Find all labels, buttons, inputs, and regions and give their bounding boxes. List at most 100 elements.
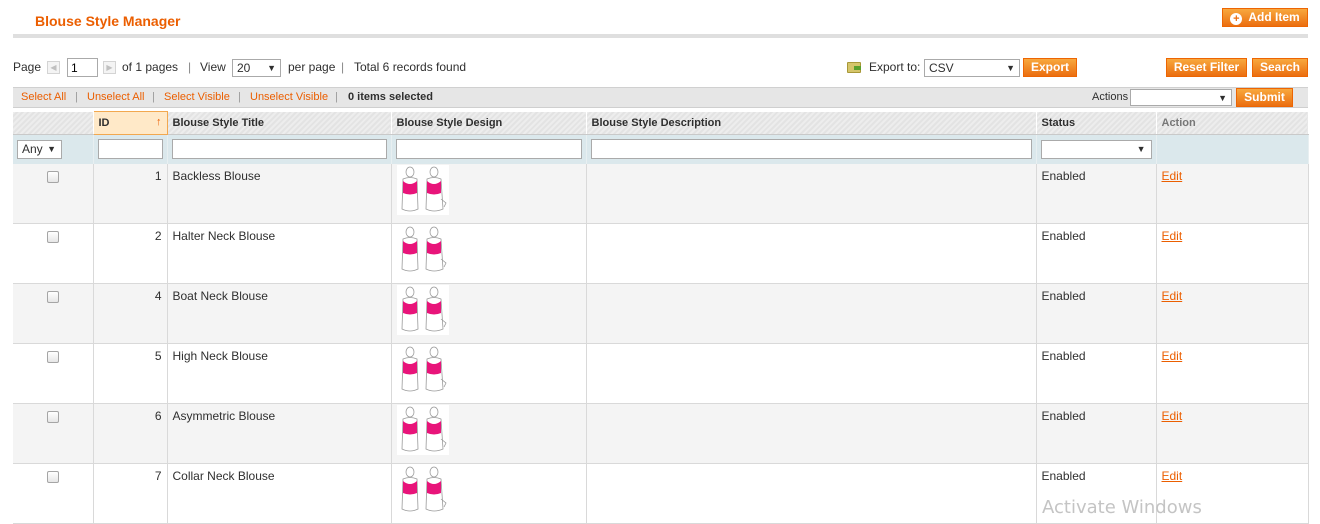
sort-asc-arrow-icon: ↑ — [156, 116, 162, 128]
filter-cell — [1156, 134, 1309, 164]
table-row[interactable]: 4 Boat Neck Blouse Enabled Edit — [13, 283, 1309, 344]
id-filter-input[interactable] — [97, 139, 163, 160]
unselect-visible-link[interactable]: Unselect Visible — [250, 88, 328, 107]
row-action: Edit — [1156, 163, 1309, 224]
export-icon — [847, 62, 861, 73]
dropdown-arrow-icon: ▼ — [267, 63, 276, 73]
column-header-status[interactable]: Status — [1036, 111, 1157, 135]
row-action: Edit — [1156, 343, 1309, 404]
blouse-style-grid: ID ↑ Blouse Style Title Blouse Style Des… — [13, 111, 1309, 524]
export-label: Export to: — [869, 60, 921, 74]
column-header-description[interactable]: Blouse Style Description — [586, 111, 1037, 135]
per-page-value: 20 — [237, 61, 251, 75]
edit-link[interactable]: Edit — [1162, 229, 1183, 243]
row-title: Collar Neck Blouse — [167, 463, 392, 524]
row-status: Enabled — [1036, 343, 1157, 404]
table-row[interactable]: 5 High Neck Blouse Enabled Edit — [13, 343, 1309, 404]
blouse-design-thumbnail — [396, 285, 449, 335]
export-format-value: CSV — [929, 61, 954, 75]
description-filter-input[interactable] — [590, 139, 1032, 160]
edit-link[interactable]: Edit — [1162, 169, 1183, 183]
dropdown-arrow-icon: ▼ — [1136, 143, 1146, 154]
row-select-cell — [13, 223, 94, 284]
actions-select[interactable]: ▼ — [1130, 89, 1232, 106]
row-description — [586, 283, 1037, 344]
unselect-all-link[interactable]: Unselect All — [87, 88, 144, 107]
filter-cell — [93, 134, 168, 164]
row-description — [586, 163, 1037, 224]
table-row[interactable]: 1 Backless Blouse Enabled Edit — [13, 163, 1309, 224]
row-select-cell — [13, 283, 94, 344]
row-design — [391, 283, 587, 344]
row-title: High Neck Blouse — [167, 343, 392, 404]
table-row[interactable]: 2 Halter Neck Blouse Enabled Edit — [13, 223, 1309, 284]
dropdown-arrow-icon: ▼ — [1006, 63, 1015, 73]
pager: Page ◀ ▶ of 1 pages | View 20 ▼ per page… — [13, 58, 713, 78]
edit-link[interactable]: Edit — [1162, 469, 1183, 483]
export-button[interactable]: Export — [1023, 58, 1077, 77]
row-checkbox[interactable] — [46, 411, 59, 423]
row-action: Edit — [1156, 283, 1309, 344]
filter-cell — [167, 134, 392, 164]
row-select-cell — [13, 403, 94, 464]
page-label: Page — [13, 60, 42, 74]
row-checkbox[interactable] — [46, 231, 59, 243]
next-page-button[interactable]: ▶ — [103, 61, 116, 74]
per-page-select[interactable]: 20 ▼ — [232, 59, 281, 77]
title-filter-input[interactable] — [171, 139, 387, 160]
submit-button[interactable]: Submit — [1236, 88, 1293, 107]
page-number-input[interactable] — [67, 58, 98, 77]
column-header-design[interactable]: Blouse Style Design — [391, 111, 587, 135]
title-divider — [13, 34, 1308, 38]
row-checkbox[interactable] — [46, 351, 59, 363]
row-id: 4 — [93, 283, 168, 344]
row-checkbox[interactable] — [46, 471, 59, 483]
prev-page-button[interactable]: ◀ — [47, 61, 60, 74]
add-item-label: Add Item — [1248, 10, 1300, 24]
row-title: Halter Neck Blouse — [167, 223, 392, 284]
row-status: Enabled — [1036, 403, 1157, 464]
edit-link[interactable]: Edit — [1162, 409, 1183, 423]
column-header-select — [13, 111, 94, 135]
activate-windows-watermark: Activate Windows — [1042, 497, 1202, 518]
mass-select-filter[interactable]: Any ▼ — [17, 139, 62, 159]
massaction-separator: | — [238, 91, 241, 103]
actions-label: Actions — [1092, 91, 1129, 103]
column-header-action: Action — [1156, 111, 1309, 135]
design-filter-input[interactable] — [395, 139, 582, 160]
row-action: Edit — [1156, 403, 1309, 464]
reset-filter-button[interactable]: Reset Filter — [1166, 58, 1247, 77]
table-row[interactable]: 6 Asymmetric Blouse Enabled Edit — [13, 403, 1309, 464]
row-description — [586, 403, 1037, 464]
row-checkbox[interactable] — [46, 170, 59, 183]
filter-row: Any ▼ ▼ — [13, 134, 1309, 164]
row-checkbox[interactable] — [46, 291, 59, 303]
status-filter-select[interactable]: ▼ — [1040, 139, 1152, 159]
export-format-select[interactable]: CSV ▼ — [924, 59, 1020, 77]
column-header-title[interactable]: Blouse Style Title — [167, 111, 392, 135]
add-item-button[interactable]: + Add Item — [1222, 8, 1308, 27]
row-status: Enabled — [1036, 223, 1157, 284]
row-id: 6 — [93, 403, 168, 464]
row-design — [391, 463, 587, 524]
blouse-design-thumbnail — [396, 405, 449, 455]
row-select-cell — [13, 163, 94, 224]
row-title: Boat Neck Blouse — [167, 283, 392, 344]
select-all-link[interactable]: Select All — [21, 88, 66, 107]
row-title: Asymmetric Blouse — [167, 403, 392, 464]
row-status: Enabled — [1036, 283, 1157, 344]
search-button[interactable]: Search — [1252, 58, 1308, 77]
select-visible-link[interactable]: Select Visible — [164, 88, 230, 107]
edit-link[interactable]: Edit — [1162, 289, 1183, 303]
total-records: Total 6 records found — [354, 60, 467, 74]
row-design — [391, 163, 587, 224]
per-page-label: per page — [288, 60, 336, 74]
massaction-separator: | — [152, 91, 155, 103]
row-title: Backless Blouse — [167, 163, 392, 224]
items-selected-count: 0 items selected — [348, 91, 433, 103]
column-header-id[interactable]: ID ↑ — [92, 111, 168, 135]
edit-link[interactable]: Edit — [1162, 349, 1183, 363]
massaction-separator: | — [75, 91, 78, 103]
pager-separator: | — [188, 60, 192, 74]
filter-cell: ▼ — [1036, 134, 1157, 164]
